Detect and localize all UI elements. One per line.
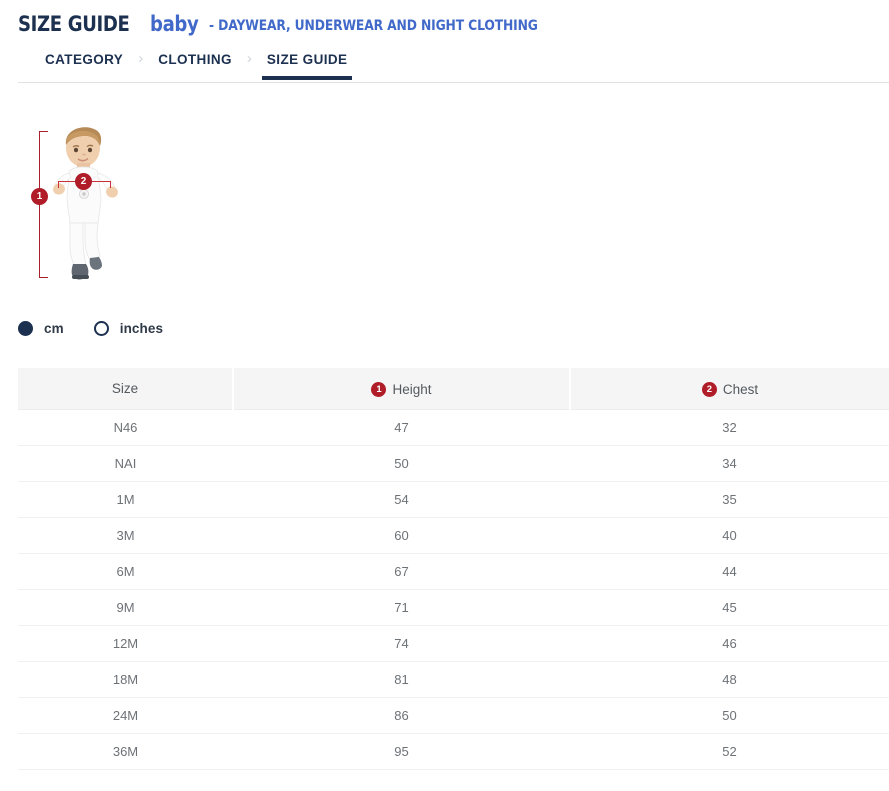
breadcrumb-item-category[interactable]: CATEGORY: [36, 51, 132, 80]
cell-chest: 50: [570, 698, 889, 734]
cell-height: 47: [233, 410, 570, 446]
cell-size: N46: [18, 410, 233, 446]
baby-illustration: 1 2: [18, 123, 158, 288]
column-header-size-label: Size: [112, 381, 138, 396]
table-row: 18M8148: [18, 662, 889, 698]
cell-chest: 46: [570, 626, 889, 662]
cell-size: 3M: [18, 518, 233, 554]
cell-height: 54: [233, 482, 570, 518]
table-row: 3M6040: [18, 518, 889, 554]
chevron-right-icon: ›: [241, 51, 258, 67]
table-row: 24M8650: [18, 698, 889, 734]
cell-size: 12M: [18, 626, 233, 662]
marker-badge-height: 1: [31, 188, 48, 205]
cell-chest: 35: [570, 482, 889, 518]
table-row: N464732: [18, 410, 889, 446]
table-row: 1M5435: [18, 482, 889, 518]
cell-chest: 52: [570, 734, 889, 770]
height-measure-cap-top: [39, 131, 48, 132]
cell-size: NAI: [18, 446, 233, 482]
cell-chest: 34: [570, 446, 889, 482]
table-row: 36M9552: [18, 734, 889, 770]
marker-badge-chest: 2: [75, 173, 92, 190]
cell-height: 74: [233, 626, 570, 662]
breadcrumb-item-clothing[interactable]: CLOTHING: [149, 51, 241, 80]
page-title-subtitle: - DAYWEAR, UNDERWEAR AND NIGHT CLOTHING: [209, 18, 538, 34]
cell-size: 36M: [18, 734, 233, 770]
table-header: Size 1 Height 2 Chest: [18, 368, 889, 410]
cell-height: 60: [233, 518, 570, 554]
cell-chest: 45: [570, 590, 889, 626]
unit-option-cm[interactable]: cm: [18, 321, 64, 336]
table-row: 12M7446: [18, 626, 889, 662]
cell-chest: 44: [570, 554, 889, 590]
cell-size: 1M: [18, 482, 233, 518]
chevron-right-icon: ›: [132, 51, 149, 67]
table-row: 6M6744: [18, 554, 889, 590]
page-title-main: SIZE GUIDE: [18, 12, 130, 36]
height-measure-cap-bottom: [39, 277, 48, 278]
page-title: SIZE GUIDE baby - DAYWEAR, UNDERWEAR AND N…: [0, 0, 889, 36]
cell-size: 18M: [18, 662, 233, 698]
cell-size: 6M: [18, 554, 233, 590]
cell-height: 81: [233, 662, 570, 698]
column-badge-height: 1: [371, 382, 386, 397]
cell-chest: 48: [570, 662, 889, 698]
table-row: 9M7145: [18, 590, 889, 626]
cell-height: 67: [233, 554, 570, 590]
measurement-figure: 1 2: [0, 123, 889, 318]
cell-height: 71: [233, 590, 570, 626]
cell-size: 9M: [18, 590, 233, 626]
table-body: N464732NAI50341M54353M60406M67449M714512…: [18, 410, 889, 770]
table-row: NAI5034: [18, 446, 889, 482]
cell-height: 95: [233, 734, 570, 770]
unit-label-cm: cm: [44, 321, 64, 336]
breadcrumb-item-size-guide[interactable]: SIZE GUIDE: [258, 51, 357, 80]
cell-height: 86: [233, 698, 570, 734]
table-header-row: Size 1 Height 2 Chest: [18, 368, 889, 410]
unit-option-inches[interactable]: inches: [94, 321, 163, 336]
page-title-accent: baby: [150, 12, 198, 36]
radio-cm-icon[interactable]: [18, 321, 33, 336]
cell-size: 24M: [18, 698, 233, 734]
size-guide-table: Size 1 Height 2 Chest N464732NAI50341M54…: [18, 368, 889, 770]
unit-selector: cm inches: [18, 316, 889, 340]
column-header-chest: 2 Chest: [570, 368, 889, 410]
chest-measure-tick-left: [58, 181, 59, 188]
column-header-height-label: Height: [392, 382, 431, 397]
baby-photo-icon: [44, 123, 130, 283]
breadcrumb: CATEGORY › CLOTHING › SIZE GUIDE: [0, 51, 889, 83]
radio-inches-icon[interactable]: [94, 321, 109, 336]
cell-chest: 32: [570, 410, 889, 446]
unit-label-inches: inches: [120, 321, 163, 336]
column-header-chest-label: Chest: [723, 382, 758, 397]
cell-height: 50: [233, 446, 570, 482]
cell-chest: 40: [570, 518, 889, 554]
column-badge-chest: 2: [702, 382, 717, 397]
column-header-height: 1 Height: [233, 368, 570, 410]
column-header-size: Size: [18, 368, 233, 410]
chest-measure-tick-right: [110, 181, 111, 188]
